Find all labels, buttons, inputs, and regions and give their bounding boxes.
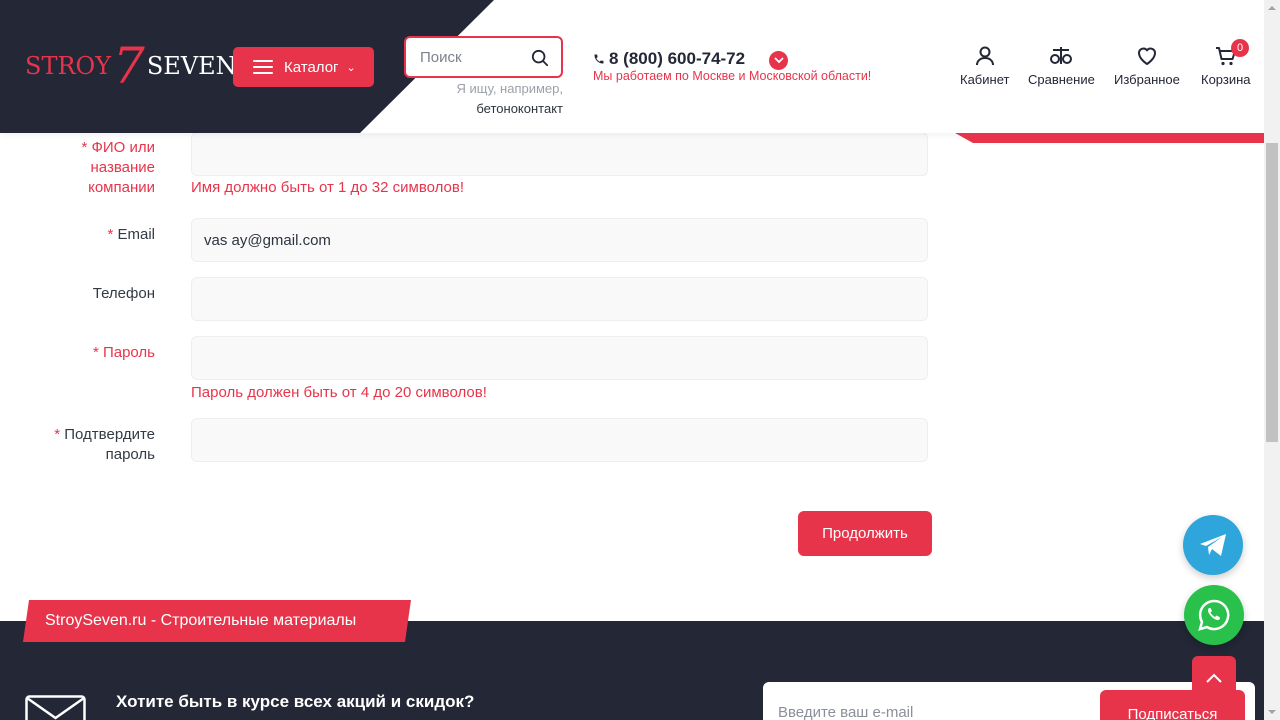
- region-note: Мы работаем по Москве и Московской облас…: [593, 69, 872, 83]
- scroll-to-top-button[interactable]: [1192, 656, 1236, 700]
- confirm-password-label: * Подтвердите пароль: [54, 425, 155, 465]
- required-mark: *: [107, 226, 114, 243]
- cart-label: Корзина: [1201, 72, 1251, 87]
- cabinet-label: Кабинет: [960, 72, 1010, 87]
- chevron-down-icon: [773, 57, 784, 64]
- name-label: * ФИО или название компании: [81, 138, 155, 198]
- page: * ФИО или название компании Имя должно б…: [0, 0, 1280, 720]
- confirm-label-line2: пароль: [105, 446, 155, 463]
- newsletter-title: Хотите быть в курсе всех акций и скидок?: [116, 692, 475, 711]
- chevron-up-icon: [1206, 673, 1222, 683]
- password-label: * Пароль: [93, 343, 155, 363]
- cabinet-link[interactable]: Кабинет: [960, 44, 1009, 87]
- phone-number[interactable]: 8 (800) 600-74-72: [593, 49, 745, 69]
- scroll-up-arrow-icon[interactable]: [1264, 0, 1280, 16]
- phone-field[interactable]: [191, 277, 928, 321]
- confirm-password-field[interactable]: [191, 418, 928, 462]
- search-hint-example[interactable]: бетоноконтакт: [404, 101, 563, 116]
- phone-text: 8 (800) 600-74-72: [609, 49, 746, 68]
- catalog-button[interactable]: Каталог ⌄: [233, 47, 374, 87]
- menu-icon: [253, 60, 273, 74]
- favorites-link[interactable]: Избранное: [1114, 44, 1180, 87]
- name-error: Имя должно быть от 1 до 32 символов!: [191, 179, 465, 196]
- email-label: * Email: [107, 225, 155, 245]
- telegram-icon: [1200, 534, 1226, 556]
- search-input[interactable]: [420, 48, 530, 66]
- logo-word-seven: SEVEN: [146, 52, 237, 80]
- required-mark: *: [54, 426, 61, 443]
- continue-button[interactable]: Продолжить: [798, 511, 932, 556]
- envelope-icon: [25, 695, 86, 720]
- favorites-label: Избранное: [1114, 72, 1180, 87]
- scrollbar-thumb[interactable]: [1266, 143, 1278, 442]
- email-field[interactable]: vas ay@gmail.com: [191, 218, 928, 262]
- telegram-button[interactable]: [1183, 515, 1243, 575]
- whatsapp-icon: [1198, 599, 1230, 631]
- page-scrollbar[interactable]: [1264, 0, 1280, 720]
- catalog-label: Каталог: [284, 58, 339, 76]
- heart-icon: [1137, 47, 1156, 66]
- scroll-down-arrow-icon[interactable]: [1264, 704, 1280, 720]
- phone-label: Телефон: [92, 285, 155, 302]
- name-field[interactable]: [191, 132, 928, 176]
- name-label-line2: название: [90, 159, 155, 176]
- required-mark: *: [92, 344, 99, 361]
- chevron-down-icon: ⌄: [346, 61, 356, 74]
- search-icon[interactable]: [531, 49, 549, 67]
- name-label-line1: ФИО или: [91, 139, 155, 156]
- whatsapp-button[interactable]: [1184, 585, 1244, 645]
- site-logo[interactable]: STROY 7 SEVEN: [25, 40, 237, 92]
- email-label-text: Email: [117, 226, 155, 243]
- search-hint: Я ищу, например,: [456, 81, 563, 96]
- confirm-label-line1: Подтвердите: [64, 426, 155, 443]
- compare-label: Сравнение: [1028, 72, 1095, 87]
- password-field[interactable]: [191, 336, 928, 380]
- logo-number: 7: [113, 37, 145, 95]
- phone-icon: [594, 54, 604, 64]
- logo-word-stroy: STROY: [25, 52, 112, 80]
- name-label-line3: компании: [88, 179, 155, 196]
- site-header: STROY 7 SEVEN Каталог ⌄ Я ищу, например,…: [0, 0, 1264, 133]
- password-error: Пароль должен быть от 4 до 20 символов!: [191, 384, 487, 401]
- header-accent-stripe: [955, 133, 1264, 143]
- scales-icon: [1050, 47, 1073, 64]
- search-box[interactable]: [404, 36, 563, 78]
- required-mark: *: [81, 139, 88, 156]
- newsletter-email-input[interactable]: Введите ваш e-mail: [763, 682, 1103, 720]
- password-label-text: Пароль: [102, 344, 155, 361]
- compare-link[interactable]: Сравнение: [1028, 44, 1095, 87]
- footer-brand-tag: StroySeven.ru - Строительные материалы: [23, 600, 411, 642]
- user-icon: [975, 46, 994, 66]
- phone-dropdown-button[interactable]: [769, 51, 788, 70]
- cart-count-badge: 0: [1231, 39, 1249, 57]
